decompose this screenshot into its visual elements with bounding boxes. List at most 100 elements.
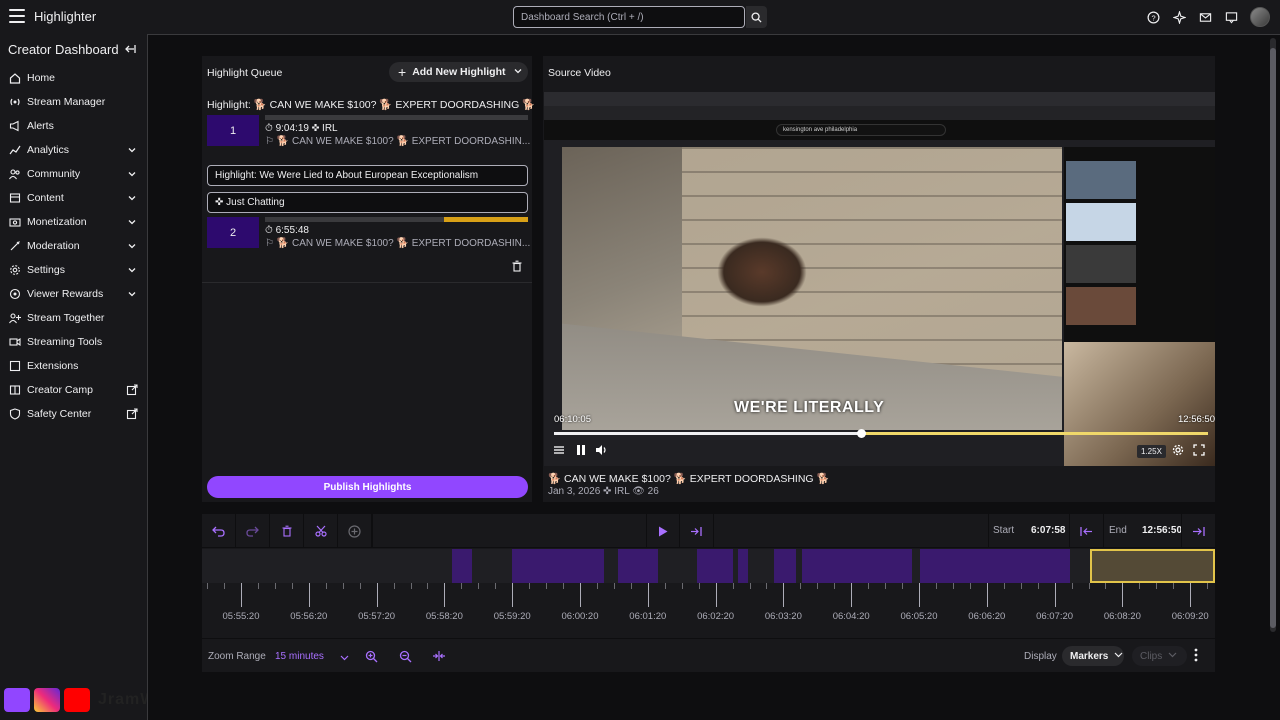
pause-icon[interactable] xyxy=(575,444,587,456)
sidebar-item-community[interactable]: Community xyxy=(0,162,147,186)
playback-speed[interactable]: 1.25X xyxy=(1137,445,1166,458)
chevron-down-icon[interactable] xyxy=(513,66,523,79)
ruler-minor-tick xyxy=(274,583,276,589)
settings-gear-icon[interactable] xyxy=(1172,444,1184,456)
chevron-down-icon[interactable] xyxy=(340,653,349,665)
chapters-icon[interactable] xyxy=(553,444,565,456)
sidebar-item-home[interactable]: Home xyxy=(0,66,147,90)
set-start-icon[interactable] xyxy=(1069,514,1103,548)
ruler-minor-tick xyxy=(257,583,259,589)
moderation-icon xyxy=(9,240,21,252)
menu-icon[interactable] xyxy=(9,9,25,23)
sidebar-item-alerts[interactable]: Alerts xyxy=(0,114,147,138)
sidebar-item-viewer-rewards[interactable]: Viewer Rewards xyxy=(0,282,147,306)
add-marker-icon[interactable] xyxy=(338,514,372,548)
highlight-1-number: 1 xyxy=(207,115,259,146)
sidebar-item-label: Settings xyxy=(27,264,65,276)
whispers-icon[interactable] xyxy=(1224,10,1238,24)
highlight-1-item[interactable]: 1 ⏱ 9:04:19 ✜ IRL ⚐ 🐕 CAN WE MAKE $100? … xyxy=(207,115,530,149)
page-scrollbar[interactable] xyxy=(1270,38,1276,632)
clips-dropdown[interactable]: Clips xyxy=(1132,646,1187,666)
ruler-major-tick xyxy=(512,583,514,607)
sidebar-item-creator-camp[interactable]: Creator Camp xyxy=(0,378,147,402)
delete-segment-icon[interactable] xyxy=(270,514,304,548)
set-end-icon[interactable] xyxy=(1181,514,1215,548)
inbox-icon[interactable] xyxy=(1198,10,1212,24)
zoom-in-icon[interactable] xyxy=(363,648,379,664)
video-seek-fill xyxy=(554,432,862,435)
sidebar-item-stream-manager[interactable]: Stream Manager xyxy=(0,90,147,114)
sidebar-item-stream-together[interactable]: Stream Together xyxy=(0,306,147,330)
ruler-major-tick xyxy=(851,583,853,607)
chevron-down-icon xyxy=(127,241,137,254)
add-new-highlight-button[interactable]: + Add New Highlight xyxy=(389,62,528,82)
timeline-segment[interactable] xyxy=(512,549,604,583)
delete-highlight-button[interactable] xyxy=(511,260,523,275)
timeline-segment[interactable] xyxy=(697,549,733,583)
sidebar-item-settings[interactable]: Settings xyxy=(0,258,147,282)
timeline-track[interactable] xyxy=(202,549,1215,583)
sidebar-item-monetization[interactable]: Monetization xyxy=(0,210,147,234)
ruler-major-tick xyxy=(783,583,785,607)
user-avatar[interactable] xyxy=(1250,7,1270,27)
captured-browser-address-bar xyxy=(544,106,1215,120)
collapse-sidebar-icon[interactable] xyxy=(124,43,136,58)
video-seek-bar[interactable] xyxy=(554,429,1208,438)
ruler-major-tick xyxy=(376,583,378,607)
zoom-range-select[interactable]: 15 minutes xyxy=(275,651,324,662)
bookmark-icon: ⚐ xyxy=(265,136,274,147)
highlight-2-item[interactable]: 2 ⏱ 6:55:48 ⚐ 🐕 CAN WE MAKE $100? 🐕 EXPE… xyxy=(207,217,530,251)
highlight-title-input[interactable]: Highlight: We Were Lied to About Europea… xyxy=(207,165,528,186)
markers-dropdown[interactable]: Markers xyxy=(1062,646,1124,666)
ruler-minor-tick xyxy=(410,583,412,589)
dashboard-search-input[interactable]: Dashboard Search (Ctrl + /) xyxy=(513,6,745,28)
ruler-tick-label: 06:05:20 xyxy=(900,611,938,622)
video-seek-handle[interactable] xyxy=(857,429,867,438)
search-button[interactable] xyxy=(746,6,767,28)
video-player[interactable]: kensington ave philadelphia WE'RE LITERA… xyxy=(544,92,1215,466)
redo-icon[interactable] xyxy=(236,514,270,548)
timeline-segment[interactable] xyxy=(802,549,912,583)
timeline-segment[interactable] xyxy=(920,549,1070,583)
zoom-out-icon[interactable] xyxy=(397,648,413,664)
scissors-icon[interactable] xyxy=(304,514,338,548)
sidebar-item-label: Extensions xyxy=(27,360,79,372)
rec-thumbnail xyxy=(1066,245,1136,283)
skip-to-end-icon[interactable] xyxy=(680,514,714,548)
ruler-minor-tick xyxy=(224,583,226,589)
page-scrollbar-thumb[interactable] xyxy=(1270,48,1276,628)
start-value[interactable]: 6:07:58 xyxy=(1031,525,1065,536)
ruler-minor-tick xyxy=(207,583,209,589)
sparkle-icon[interactable] xyxy=(1172,10,1186,24)
end-value[interactable]: 12:56:50 xyxy=(1142,525,1182,536)
sidebar-item-safety-center[interactable]: Safety Center xyxy=(0,402,147,426)
ruler-tick-label: 06:00:20 xyxy=(561,611,599,622)
timeline-segment[interactable] xyxy=(738,549,748,583)
publish-highlights-button[interactable]: Publish Highlights xyxy=(207,476,528,498)
volume-icon[interactable] xyxy=(595,444,608,456)
ruler-minor-tick xyxy=(563,583,565,589)
timeline-segment[interactable] xyxy=(618,549,658,583)
clips-label: Clips xyxy=(1140,650,1163,662)
play-icon[interactable] xyxy=(646,514,680,548)
ruler-minor-tick xyxy=(359,583,361,589)
search-icon xyxy=(751,11,762,23)
sidebar-item-moderation[interactable]: Moderation xyxy=(0,234,147,258)
external-link-icon xyxy=(126,384,138,399)
viewer-rewards-icon xyxy=(9,288,21,300)
fullscreen-icon[interactable] xyxy=(1193,444,1205,456)
more-options-icon[interactable] xyxy=(1194,648,1198,665)
timeline-segment[interactable] xyxy=(774,549,796,583)
help-icon[interactable]: ? xyxy=(1146,10,1160,24)
sidebar-item-extensions[interactable]: Extensions xyxy=(0,354,147,378)
timeline-segment[interactable] xyxy=(452,549,472,583)
sidebar-item-content[interactable]: Content xyxy=(0,186,147,210)
ruler-minor-tick xyxy=(393,583,395,589)
sidebar-item-streaming-tools[interactable]: Streaming Tools xyxy=(0,330,147,354)
fit-timeline-icon[interactable] xyxy=(431,648,447,664)
sidebar-item-analytics[interactable]: Analytics xyxy=(0,138,147,162)
external-link-icon xyxy=(126,408,138,423)
category-input[interactable]: ✜ Just Chatting xyxy=(207,192,528,213)
timeline-selected-range[interactable] xyxy=(1090,549,1215,583)
undo-icon[interactable] xyxy=(202,514,236,548)
